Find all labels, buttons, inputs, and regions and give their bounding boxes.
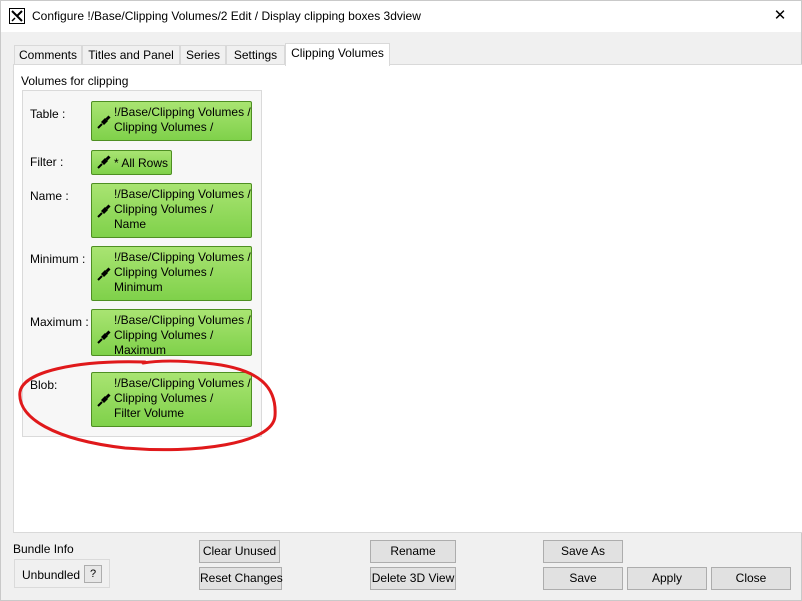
save-button[interactable]: Save xyxy=(543,567,623,590)
app-logo-icon xyxy=(9,8,25,24)
tab-titles-and-panel[interactable]: Titles and Panel xyxy=(82,45,180,65)
table-source-button[interactable]: !/Base/Clipping Volumes / Clipping Volum… xyxy=(91,101,252,141)
configure-dialog: Configure !/Base/Clipping Volumes/2 Edit… xyxy=(0,0,802,601)
maximum-source-button[interactable]: !/Base/Clipping Volumes / Clipping Volum… xyxy=(91,309,252,356)
apply-button[interactable]: Apply xyxy=(627,567,707,590)
blob-source-button[interactable]: !/Base/Clipping Volumes / Clipping Volum… xyxy=(91,372,252,427)
name-label: Name : xyxy=(30,189,69,203)
clear-unused-button[interactable]: Clear Unused xyxy=(199,540,280,563)
filter-label: Filter : xyxy=(30,155,64,169)
plug-icon xyxy=(97,267,111,281)
plug-icon xyxy=(97,393,111,407)
plug-icon xyxy=(97,204,111,218)
close-icon: ✕ xyxy=(773,7,787,24)
window-title: Configure !/Base/Clipping Volumes/2 Edit… xyxy=(32,9,421,23)
table-label: Table : xyxy=(30,107,66,121)
close-window-button[interactable]: ✕ xyxy=(767,5,793,27)
maximum-label: Maximum : xyxy=(30,315,89,329)
tab-series[interactable]: Series xyxy=(180,45,226,65)
title-bar: Configure !/Base/Clipping Volumes/2 Edit… xyxy=(1,1,801,32)
plug-icon xyxy=(97,330,111,344)
save-as-button[interactable]: Save As xyxy=(543,540,623,563)
tab-comments[interactable]: Comments xyxy=(14,45,82,65)
bundle-help-button[interactable]: ? xyxy=(84,565,102,583)
minimum-source-button[interactable]: !/Base/Clipping Volumes / Clipping Volum… xyxy=(91,246,252,301)
close-button[interactable]: Close xyxy=(711,567,791,590)
blob-label: Blob: xyxy=(30,378,58,392)
plug-icon xyxy=(97,115,111,129)
group-title: Volumes for clipping xyxy=(21,74,129,88)
bundle-status: Unbundled xyxy=(22,568,81,582)
reset-changes-button[interactable]: Reset Changes xyxy=(199,567,283,590)
rename-button[interactable]: Rename xyxy=(370,540,456,563)
tab-settings[interactable]: Settings xyxy=(226,45,285,65)
name-source-button[interactable]: !/Base/Clipping Volumes / Clipping Volum… xyxy=(91,183,252,238)
minimum-label: Minimum : xyxy=(30,252,86,266)
delete-3d-view-button[interactable]: Delete 3D View xyxy=(370,567,456,590)
help-icon: ? xyxy=(89,568,97,580)
tab-clipping-volumes[interactable]: Clipping Volumes xyxy=(285,43,390,66)
filter-source-button[interactable]: * All Rows xyxy=(91,150,172,175)
plug-icon xyxy=(97,155,111,169)
bundle-info-label: Bundle Info xyxy=(13,542,74,556)
